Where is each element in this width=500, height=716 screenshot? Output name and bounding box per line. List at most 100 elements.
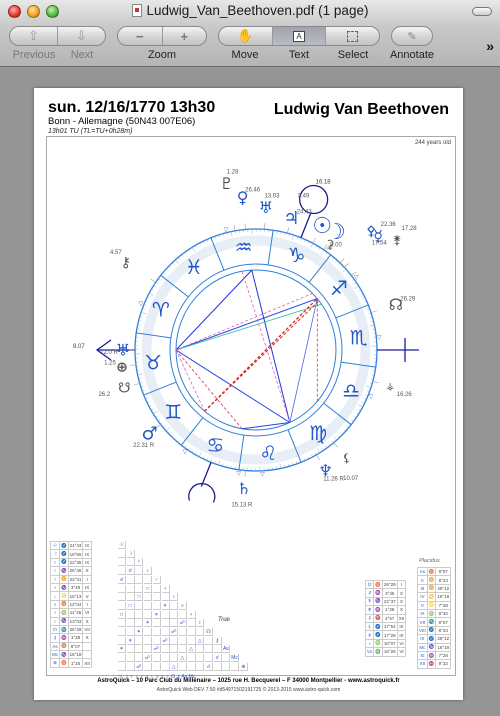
table-cell: ♄ [50, 591, 60, 601]
aspect-cell [231, 662, 240, 671]
aspect-cell: ☍ [161, 636, 170, 645]
aspect-cell [178, 662, 187, 671]
aspect-cell [144, 593, 153, 602]
zodiac-sign-glyph: ♓ [185, 255, 203, 279]
table-cell: ♃ [50, 582, 60, 593]
planet-pointer [339, 258, 345, 264]
aspect-cell [118, 636, 126, 645]
planet-pointer [372, 381, 379, 384]
table-cell: 8°23 [435, 575, 452, 585]
table-cell: IX [82, 549, 92, 559]
table-cell: ⚴ [364, 596, 375, 607]
move-label: Move [231, 49, 259, 61]
planet-position-row: ♄ ♌ 15°13 V [50, 591, 92, 601]
aspect-cell [135, 601, 144, 610]
table-cell: ☊ [50, 624, 60, 635]
table-cell: ♐ [373, 630, 383, 640]
table-cell: VI [396, 638, 407, 649]
table-cell: VIII [417, 625, 428, 636]
houses-table: As ♉ 8°07 II ♊ 8°23 III ♊ 29°12 IV ♋ 16°18 V ♌ 7°28 VI ♍… [417, 566, 452, 669]
table-cell: XII [82, 658, 92, 668]
planet-degree-label: 26.46 [245, 188, 261, 194]
table-cell: VI [396, 647, 407, 657]
house-cusp-row: XI ♒ 7°28 [417, 650, 452, 661]
move-tool-button[interactable]: ✋ [219, 27, 273, 45]
pdf-page: sun. 12/16/1770 13h30 Bonn - Allemagne (… [34, 88, 463, 700]
planet-position-row: ♆ ♍ 11°26 VI [50, 608, 92, 618]
table-cell: 29°12 [435, 634, 452, 644]
next-button[interactable]: ⇩ [58, 27, 105, 45]
planet-degree-label: 12.0 R [100, 350, 118, 356]
table-cell: ♇ [50, 616, 60, 626]
table-cell: XII [396, 613, 407, 623]
table-cell: ♑ [59, 566, 69, 576]
asteroid-row: ♁ ♍ 10°07 VI [364, 638, 407, 649]
annotate-button[interactable]: ✎ [392, 27, 432, 45]
planet-position-row: ☉ ♐ 24°43 IX [50, 540, 92, 551]
planet-position-row: ♇ ♑ 13°03 X [50, 616, 92, 626]
aspect-cell [126, 593, 135, 602]
asteroid-row: ⚳ ♒ 3°45 X [364, 588, 407, 598]
aspect-cell [144, 636, 153, 645]
previous-button[interactable]: ⇧ [10, 27, 58, 45]
zodiac-sign-glyph: ♐ [330, 276, 348, 300]
planet-glyph-pluto: ♇ [219, 174, 233, 193]
table-cell: 26°29 [381, 579, 398, 590]
table-cell: ⚵ [364, 605, 375, 615]
table-cell: VII [417, 617, 428, 627]
aspect-cell: ☌ [126, 567, 135, 576]
aspect-cell [187, 619, 196, 628]
planet-degree-label: 26.2 [98, 392, 110, 398]
next-label: Next [70, 49, 94, 61]
aspect-cell: □ [126, 601, 135, 610]
table-cell: IX [417, 634, 428, 644]
planet-pointer [233, 224, 236, 231]
zodiac-sign-glyph: ♏ [350, 326, 368, 350]
planet-position-row: As ♉ 8°07 [50, 641, 92, 652]
aspect-cell: ✶ [126, 636, 135, 645]
table-cell: 3°49 [67, 582, 84, 593]
table-cell: X [82, 566, 92, 576]
house-cusp-row: VIII ♐ 8°23 [417, 625, 452, 636]
select-tool-button[interactable] [326, 27, 379, 45]
toolbar-overflow-button[interactable]: » [486, 38, 494, 54]
planet-glyph-saturn: ♄ [237, 479, 251, 498]
zoom-out-button[interactable]: − [118, 27, 163, 45]
aspect-cell: Mc [231, 654, 240, 663]
table-cell: IX [396, 621, 407, 632]
aspect-cell: ♅ [178, 601, 187, 610]
table-cell: ♉ [426, 566, 437, 577]
planet-position-row: ⚷ ♒ 1°28 X [50, 633, 92, 643]
table-cell: ♍ [373, 638, 383, 649]
house-cusp-marker: ▽ [139, 302, 144, 308]
table-cell: 3°45 [381, 588, 398, 598]
table-cell: Mc [417, 642, 428, 652]
table-cell: ♑ [59, 650, 69, 660]
table-cell: ♁ [364, 638, 375, 649]
aspect-cell [144, 610, 153, 619]
table-cell: ♐ [59, 549, 69, 559]
aspect-cell: ⊕ [239, 662, 248, 671]
zodiac-sign-glyph: ♑ [288, 243, 306, 267]
aspect-cell [126, 610, 135, 619]
aspect-cell: As [222, 645, 231, 654]
aspect-cell: ♃ [161, 584, 170, 593]
asteroid-row: ⚵ ♒ 1°28 X [364, 605, 407, 615]
toolbar-toggle-button[interactable] [472, 7, 492, 16]
pencil-icon: ✎ [407, 30, 417, 43]
asteroid-row: ⚴ ♑ 22°37 X [364, 596, 407, 607]
aspect-cell [196, 654, 205, 663]
aspect-cell: ☍ [178, 619, 187, 628]
text-tool-button[interactable]: A [272, 27, 327, 45]
table-cell: X [82, 633, 92, 643]
table-cell: ♋ [426, 592, 437, 602]
aspect-cell: ✶ [118, 645, 126, 654]
aspect-cell [144, 575, 153, 584]
table-cell: I [82, 599, 92, 610]
house-cusp-marker: ▽ [224, 228, 229, 234]
zoom-in-button[interactable]: + [163, 27, 207, 45]
table-cell: IX [82, 540, 92, 551]
planet-glyph-uranus: ♅ [116, 341, 130, 360]
zodiac-sign-glyph: ♌ [259, 441, 277, 465]
house-cusp-row: III ♊ 29°12 [417, 583, 452, 594]
